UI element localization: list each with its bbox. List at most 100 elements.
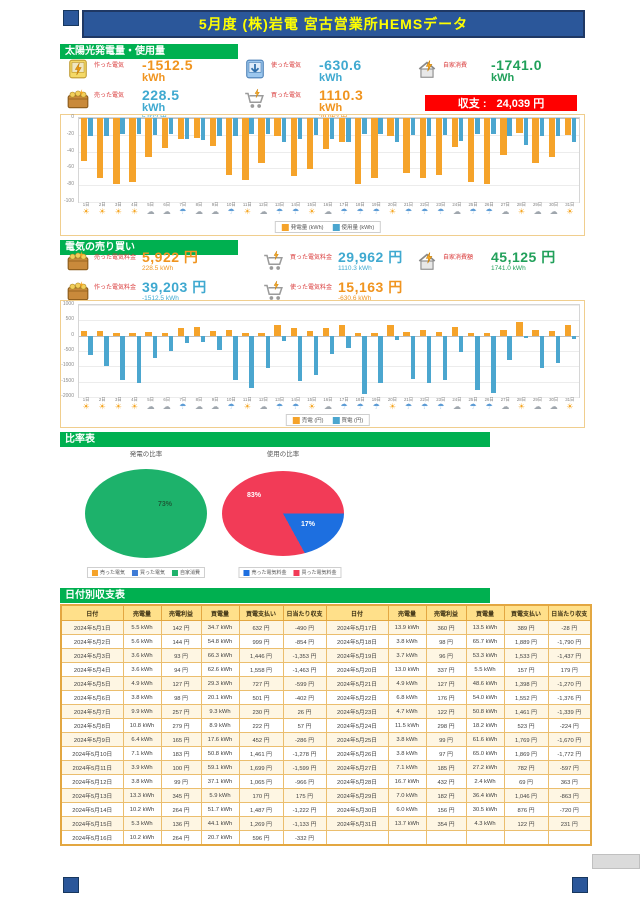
table-cell: 29.3 kWh	[201, 677, 239, 691]
bar-series2	[378, 336, 382, 383]
bar-series2	[298, 336, 302, 382]
bar-series1	[532, 330, 538, 336]
legend-item: 売電 (円)	[293, 416, 324, 424]
weather-icon: ☁	[449, 208, 465, 216]
table-cell: 3.8 kWh	[388, 635, 426, 649]
stat-sold-amount: 売った電気料金 5,922 円 228.5 kWh	[66, 250, 256, 273]
table-cell: 876 円	[504, 803, 548, 817]
table-cell: 4.3 kWh	[466, 817, 504, 831]
bar-series1	[532, 118, 538, 163]
bar-series1	[291, 328, 297, 336]
table-cell: 2024年5月27日	[326, 761, 388, 775]
weather-icon: ☀	[78, 403, 94, 411]
table-cell: 3.6 kWh	[123, 663, 161, 677]
bar-group	[160, 118, 176, 202]
weather-icon: ☁	[530, 403, 546, 411]
legend-chip	[172, 570, 178, 576]
weather-icon: ☀	[384, 403, 400, 411]
table-cell: 20.1 kWh	[201, 691, 239, 705]
legend-chip	[293, 417, 300, 424]
stat-unit: kWh	[319, 103, 363, 115]
trade-chart-plot	[78, 304, 580, 398]
pie1-title: 発電の比率	[130, 448, 163, 458]
table-cell: 170 円	[239, 789, 283, 803]
bar-series2	[330, 118, 334, 139]
table-cell: 34.7 kWh	[201, 621, 239, 635]
table-cell: 9.3 kWh	[201, 705, 239, 719]
table-cell: 2024年5月11日	[61, 761, 123, 775]
table-cell: 1,889 円	[504, 635, 548, 649]
weather-icon: ☀	[94, 403, 110, 411]
bar-series2	[137, 118, 141, 134]
stat-label: 作った電気	[94, 58, 138, 71]
table-cell: 165 円	[161, 733, 201, 747]
bar-group	[563, 305, 579, 397]
bar-series1	[516, 118, 522, 133]
table-row: 2024年5月9日6.4 kWh165 円17.6 kWh452 円-286 円…	[61, 733, 591, 747]
table-cell: 136 円	[161, 817, 201, 831]
stat-sub-value: 228.5 kWh	[142, 266, 198, 273]
table-row: 2024年5月1日5.5 kWh142 円34.7 kWh632 円-490 円…	[61, 621, 591, 635]
bar-group	[531, 305, 547, 397]
table-cell: 2024年5月17日	[326, 621, 388, 635]
weather-icon: ☁	[497, 403, 513, 411]
table-cell: 6.8 kWh	[388, 691, 426, 705]
table-cell: 3.6 kWh	[123, 649, 161, 663]
table-cell: -402 円	[283, 691, 326, 705]
bar-series1	[178, 118, 184, 139]
bar-series2	[346, 118, 350, 142]
bar-series2	[266, 336, 270, 369]
table-row: 2024年5月4日3.6 kWh94 円62.6 kWh1,558 円-1,46…	[61, 663, 591, 677]
bar-series2	[524, 336, 528, 338]
weather-icon: ☁	[207, 208, 223, 216]
stat-sub-value: 1741.0 kWh	[491, 266, 556, 273]
table-cell: 65.0 kWh	[466, 747, 504, 761]
bar-series2	[217, 118, 221, 136]
bar-group	[79, 118, 95, 202]
table-cell: 2024年5月9日	[61, 733, 123, 747]
bar-group	[192, 118, 208, 202]
weather-icon: ☁	[546, 208, 562, 216]
bar-group	[418, 305, 434, 397]
section-title-ratio: 比率表	[60, 432, 490, 447]
table-cell: 7.1 kWh	[123, 747, 161, 761]
table-cell: -1,133 円	[283, 817, 326, 831]
table-cell: -1,222 円	[283, 803, 326, 817]
stat-label: 作った電気料金	[94, 280, 138, 293]
table-cell: 157 円	[504, 663, 548, 677]
bar-group	[385, 305, 401, 397]
table-cell: 54.8 kWh	[201, 635, 239, 649]
table-cell: -490 円	[283, 621, 326, 635]
cart-icon	[262, 280, 286, 302]
bar-series1	[516, 322, 522, 335]
bar-group	[337, 305, 353, 397]
pie2-slice-label-blue: 17%	[301, 521, 315, 528]
table-header-cell: 買電量	[201, 605, 239, 621]
legend-item: 売った電気料金	[243, 569, 286, 576]
table-cell: 279 円	[161, 719, 201, 733]
table-cell: 176 円	[426, 691, 466, 705]
table-cell: 3.9 kWh	[123, 761, 161, 775]
bar-series2	[104, 118, 108, 136]
bar-group	[418, 118, 434, 202]
table-cell: 2024年5月12日	[61, 775, 123, 789]
bar-group	[256, 118, 272, 202]
table-header-cell: 売電利益	[426, 605, 466, 621]
bar-group	[514, 118, 530, 202]
bar-series1	[113, 118, 119, 184]
weather-icon: ☁	[320, 403, 336, 411]
table-header-cell: 売電利益	[161, 605, 201, 621]
stat-value-block: 29,962 円 1110.3 kWh	[338, 250, 403, 273]
table-cell: 360 円	[426, 621, 466, 635]
table-cell: 50.8 kWh	[466, 705, 504, 719]
table-cell: 17.6 kWh	[201, 733, 239, 747]
bar-series1	[500, 330, 506, 336]
bar-series1	[307, 118, 313, 169]
table-cell: 9.9 kWh	[123, 705, 161, 719]
weather-icon: ☁	[159, 208, 175, 216]
table-cell: 179 円	[548, 663, 591, 677]
table-cell: 5.5 kWh	[123, 621, 161, 635]
bar-series2	[362, 336, 366, 394]
table-cell: -1,463 円	[283, 663, 326, 677]
table-cell: 2024年5月22日	[326, 691, 388, 705]
